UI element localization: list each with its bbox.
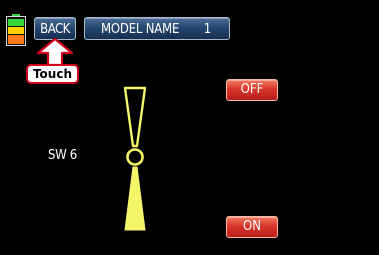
off-button-label: OFF — [240, 82, 264, 97]
touch-callout: Touch — [26, 64, 79, 84]
model-number: 1 — [203, 22, 211, 37]
switch-upper-lever — [123, 86, 147, 148]
radio-screen: BACK MODEL NAME 1 Touch SW 6 OFF ON — [0, 0, 379, 255]
on-button[interactable]: ON — [226, 216, 278, 238]
switch-pivot — [126, 148, 144, 166]
switch-label: SW 6 — [48, 148, 77, 163]
off-button[interactable]: OFF — [226, 79, 278, 101]
touch-callout-label: Touch — [32, 67, 73, 81]
touch-arrow-icon — [36, 38, 74, 66]
model-name-label: MODEL NAME — [101, 22, 180, 37]
back-button-label: BACK — [40, 22, 70, 37]
switch-lever-icon — [123, 86, 147, 231]
back-button[interactable]: BACK — [34, 17, 76, 40]
switch-lower-lever — [124, 166, 146, 231]
model-name-bar[interactable]: MODEL NAME 1 — [84, 17, 230, 40]
battery-icon — [6, 14, 26, 46]
on-button-label: ON — [243, 219, 261, 234]
